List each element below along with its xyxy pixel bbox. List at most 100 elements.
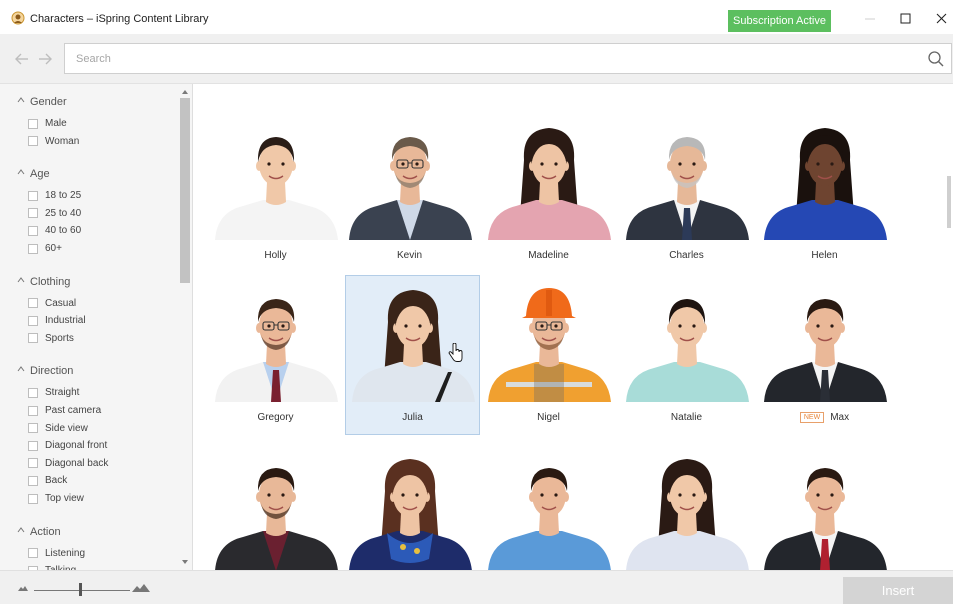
character-card[interactable] — [211, 444, 346, 570]
zoom-in-mountain-icon[interactable] — [132, 583, 150, 592]
filter-checkbox[interactable] — [28, 225, 38, 236]
filter-option-label: Industrial — [45, 315, 86, 327]
filter-option[interactable]: 25 to 40 — [28, 208, 81, 219]
character-photo — [762, 447, 889, 570]
character-name-text: Charles — [669, 250, 704, 261]
character-photo — [486, 278, 613, 402]
filter-checkbox[interactable] — [28, 118, 38, 129]
zoom-slider-handle[interactable] — [79, 583, 82, 596]
insert-button[interactable]: Insert — [843, 577, 953, 604]
chevron-up-icon[interactable] — [17, 365, 25, 373]
maximize-icon[interactable] — [893, 8, 917, 30]
filter-option-label: Back — [45, 475, 68, 487]
character-card[interactable]: NEW Max — [760, 275, 895, 435]
filter-option-label: Listening — [45, 547, 86, 559]
character-card[interactable]: Natalie — [622, 275, 757, 435]
search-icon[interactable] — [927, 50, 945, 68]
character-name-text: Gregory — [257, 412, 294, 423]
filter-option[interactable]: 60+ — [28, 243, 62, 254]
scroll-up-arrow-icon[interactable] — [181, 88, 189, 96]
filter-option[interactable]: Back — [28, 475, 67, 486]
filter-checkbox[interactable] — [28, 423, 38, 434]
character-photo — [624, 447, 751, 570]
filter-checkbox[interactable] — [28, 475, 38, 486]
cut-off-label: - — [282, 84, 285, 89]
filter-option-label: Sports — [45, 332, 74, 344]
filter-checkbox[interactable] — [28, 333, 38, 344]
character-card[interactable]: Kevin — [345, 113, 480, 273]
chevron-up-icon[interactable] — [17, 168, 25, 176]
close-icon[interactable] — [930, 8, 953, 30]
character-card[interactable] — [484, 444, 619, 570]
character-name: NEW Max — [761, 412, 888, 424]
filter-option-label: Diagonal front — [45, 440, 108, 452]
filter-option[interactable]: Diagonal back — [28, 458, 108, 469]
filter-checkbox[interactable] — [28, 243, 38, 254]
character-name-text: Nigel — [537, 412, 560, 423]
search-input[interactable] — [76, 44, 916, 73]
window-title: Characters – iSpring Content Library — [30, 13, 209, 25]
minimize-icon[interactable] — [858, 8, 882, 30]
sidebar-scrollbar-thumb[interactable] — [180, 98, 190, 283]
filter-option[interactable]: Listening — [28, 548, 85, 559]
character-name: Holly — [212, 250, 339, 261]
filter-group-age[interactable]: Age — [17, 168, 50, 180]
filter-option[interactable]: Straight — [28, 387, 79, 398]
zoom-out-mountain-icon[interactable] — [18, 585, 28, 591]
character-card[interactable]: Holly — [211, 113, 346, 273]
filter-option[interactable]: 18 to 25 — [28, 190, 81, 201]
filter-checkbox[interactable] — [28, 440, 38, 451]
zoom-slider-track[interactable] — [34, 590, 130, 591]
filter-checkbox[interactable] — [28, 298, 38, 309]
filter-group-gender[interactable]: Gender — [17, 96, 67, 108]
characters-grid: - - Holly Kevin Madeline Charles Helen Gregor… — [194, 84, 953, 570]
filter-option[interactable]: Top view — [28, 493, 84, 504]
scroll-down-arrow-icon[interactable] — [181, 558, 189, 566]
filter-group-direction[interactable]: Direction — [17, 365, 73, 377]
character-name-text: Julia — [402, 412, 423, 423]
chevron-up-icon[interactable] — [17, 276, 25, 284]
character-name-text: Kevin — [396, 250, 422, 261]
character-card[interactable] — [345, 444, 480, 570]
character-card[interactable]: Madeline — [484, 113, 619, 273]
chevron-up-icon[interactable] — [17, 526, 25, 534]
character-card[interactable] — [622, 444, 757, 570]
filter-option[interactable]: Side view — [28, 423, 88, 434]
filter-checkbox[interactable] — [28, 136, 38, 147]
content-scrollbar-thumb[interactable] — [947, 176, 951, 228]
character-card[interactable] — [760, 444, 895, 570]
filter-checkbox[interactable] — [28, 315, 38, 326]
filter-option[interactable]: Woman — [28, 136, 79, 147]
filter-option[interactable]: Sports — [28, 333, 74, 344]
filter-option[interactable]: 40 to 60 — [28, 225, 81, 236]
subscription-badge[interactable]: Subscription Active — [728, 10, 831, 32]
filter-group-action[interactable]: Action — [17, 526, 61, 538]
filter-option-label: Casual — [45, 297, 77, 309]
app-logo-icon — [11, 11, 25, 25]
character-photo — [347, 116, 474, 240]
new-badge: NEW — [799, 412, 825, 423]
filter-checkbox[interactable] — [28, 493, 38, 504]
filter-option[interactable]: Casual — [28, 298, 76, 309]
character-card[interactable]: Helen — [760, 113, 895, 273]
filter-checkbox[interactable] — [28, 405, 38, 416]
filter-checkbox[interactable] — [28, 208, 38, 219]
back-arrow-icon[interactable] — [13, 51, 31, 67]
filter-checkbox[interactable] — [28, 190, 38, 201]
sidebar-scrollbar[interactable] — [178, 84, 192, 570]
filter-checkbox[interactable] — [28, 548, 38, 559]
character-card[interactable]: Nigel — [484, 275, 619, 435]
filter-group-title: Direction — [30, 365, 74, 378]
character-card[interactable]: Charles — [622, 113, 757, 273]
filter-option[interactable]: Diagonal front — [28, 440, 107, 451]
filter-option[interactable]: Male — [28, 118, 67, 129]
filter-option[interactable]: Past camera — [28, 405, 101, 416]
chevron-up-icon[interactable] — [17, 96, 25, 104]
forward-arrow-icon[interactable] — [36, 51, 54, 67]
filter-checkbox[interactable] — [28, 458, 38, 469]
filter-option[interactable]: Industrial — [28, 315, 86, 326]
filter-group-clothing[interactable]: Clothing — [17, 276, 70, 288]
character-card[interactable]: Gregory — [211, 275, 346, 435]
filter-checkbox[interactable] — [28, 387, 38, 398]
filter-group-title: Gender — [30, 96, 67, 108]
